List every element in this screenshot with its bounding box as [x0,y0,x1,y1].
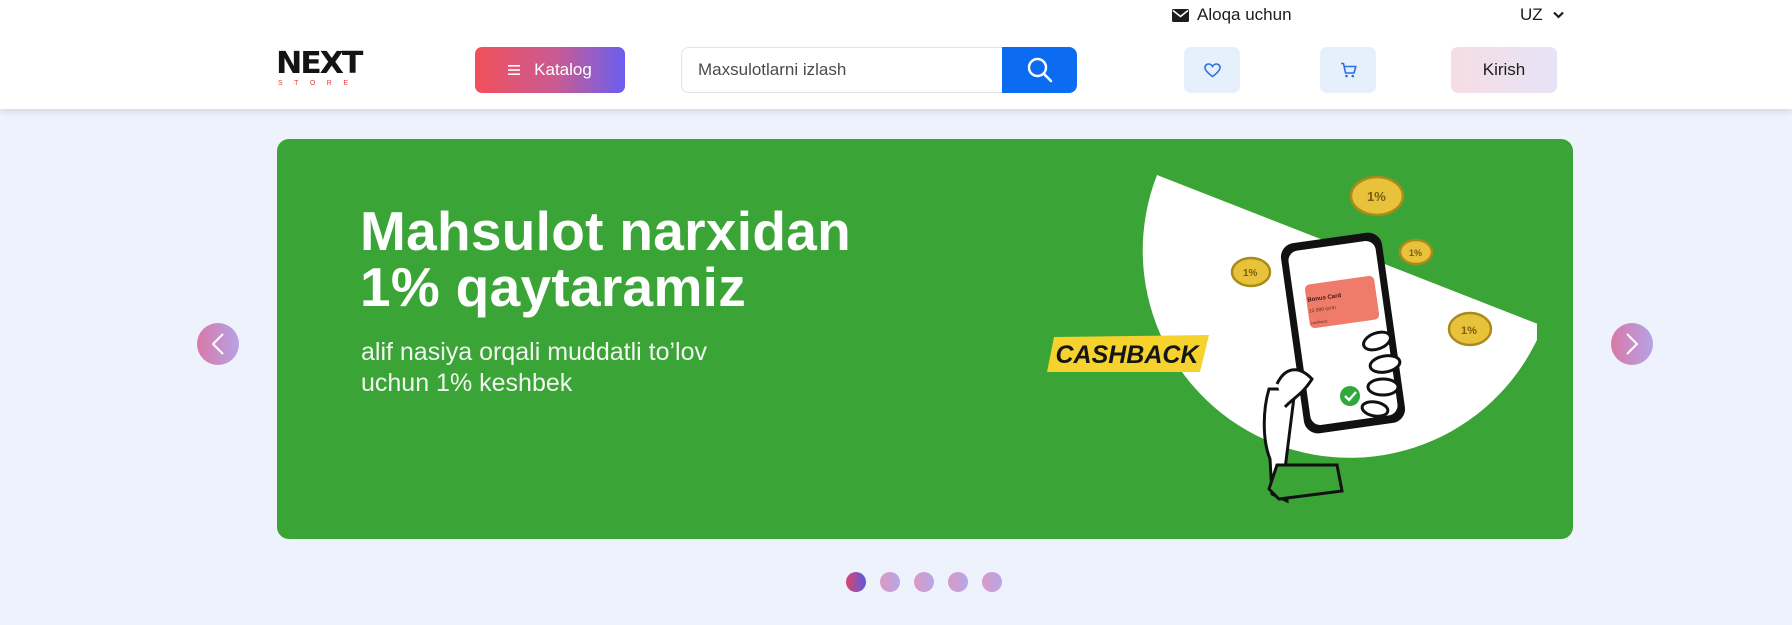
carousel-dot-4[interactable] [948,572,968,592]
cart-button[interactable] [1320,47,1376,93]
banner-subtitle-line2: uchun 1% keshbek [361,369,573,397]
banner-title-line1: Mahsulot narxidan [360,200,851,262]
banner-subtitle-line1: alif nasiya orqali muddatli to’lov [361,338,708,366]
login-button[interactable]: Kirish [1451,47,1557,93]
svg-text:1%: 1% [1367,189,1386,204]
cashback-tag: CASHBACK [1047,335,1209,372]
cashback-illustration: Bonus Card 12 000 so'm cashback 1% 1% 1% [1047,175,1537,504]
chevron-left-icon [211,333,224,355]
coin-illustration: 1% [1230,256,1272,288]
banner-title-line2: 1% qaytaramiz [360,256,747,318]
search-input[interactable] [681,47,1002,93]
svg-text:1%: 1% [1461,325,1477,337]
menu-icon [508,65,521,75]
carousel-next-button[interactable] [1611,323,1653,365]
cashback-tag-label: CASHBACK [1055,341,1200,369]
language-select[interactable]: UZ [1520,4,1564,26]
search-bar [681,47,1077,93]
carousel-dots [846,572,1002,592]
carousel-dot-3[interactable] [914,572,934,592]
coin-illustration: 1% [1349,175,1405,217]
search-icon [1027,57,1052,83]
chevron-right-icon [1626,333,1639,355]
catalog-label: Katalog [534,60,592,79]
carousel-dot-1[interactable] [846,572,866,592]
svg-text:1%: 1% [1243,268,1258,279]
coin-illustration: 1% [1447,311,1493,347]
contact-label: Aloqa uchun [1197,5,1292,24]
svg-text:1%: 1% [1409,248,1422,258]
carousel-prev-button[interactable] [197,323,239,365]
carousel-dot-5[interactable] [982,572,1002,592]
mail-icon [1172,8,1189,22]
site-logo[interactable]: NEXT STORE [276,49,368,88]
chevron-down-icon [1552,11,1564,19]
contact-link[interactable]: Aloqa uchun [1172,4,1292,26]
language-value: UZ [1520,5,1543,24]
promo-banner[interactable]: Mahsulot narxidan 1% qaytaramiz alif nas… [277,139,1573,539]
favorites-button[interactable] [1184,47,1240,93]
banner-subtitle: alif nasiya orqali muddatli to’lov uchun… [361,337,707,399]
heart-icon [1203,62,1221,77]
logo-text: NEXT [276,46,363,81]
catalog-button[interactable]: Katalog [475,47,625,93]
coin-illustration: 1% [1398,238,1434,266]
cart-icon [1340,62,1357,78]
carousel-dot-2[interactable] [880,572,900,592]
banner-title: Mahsulot narxidan 1% qaytaramiz [360,203,851,315]
search-button[interactable] [1002,47,1077,93]
site-header: Aloqa uchun UZ NEXT STORE Katalog Maxsul… [0,0,1792,109]
